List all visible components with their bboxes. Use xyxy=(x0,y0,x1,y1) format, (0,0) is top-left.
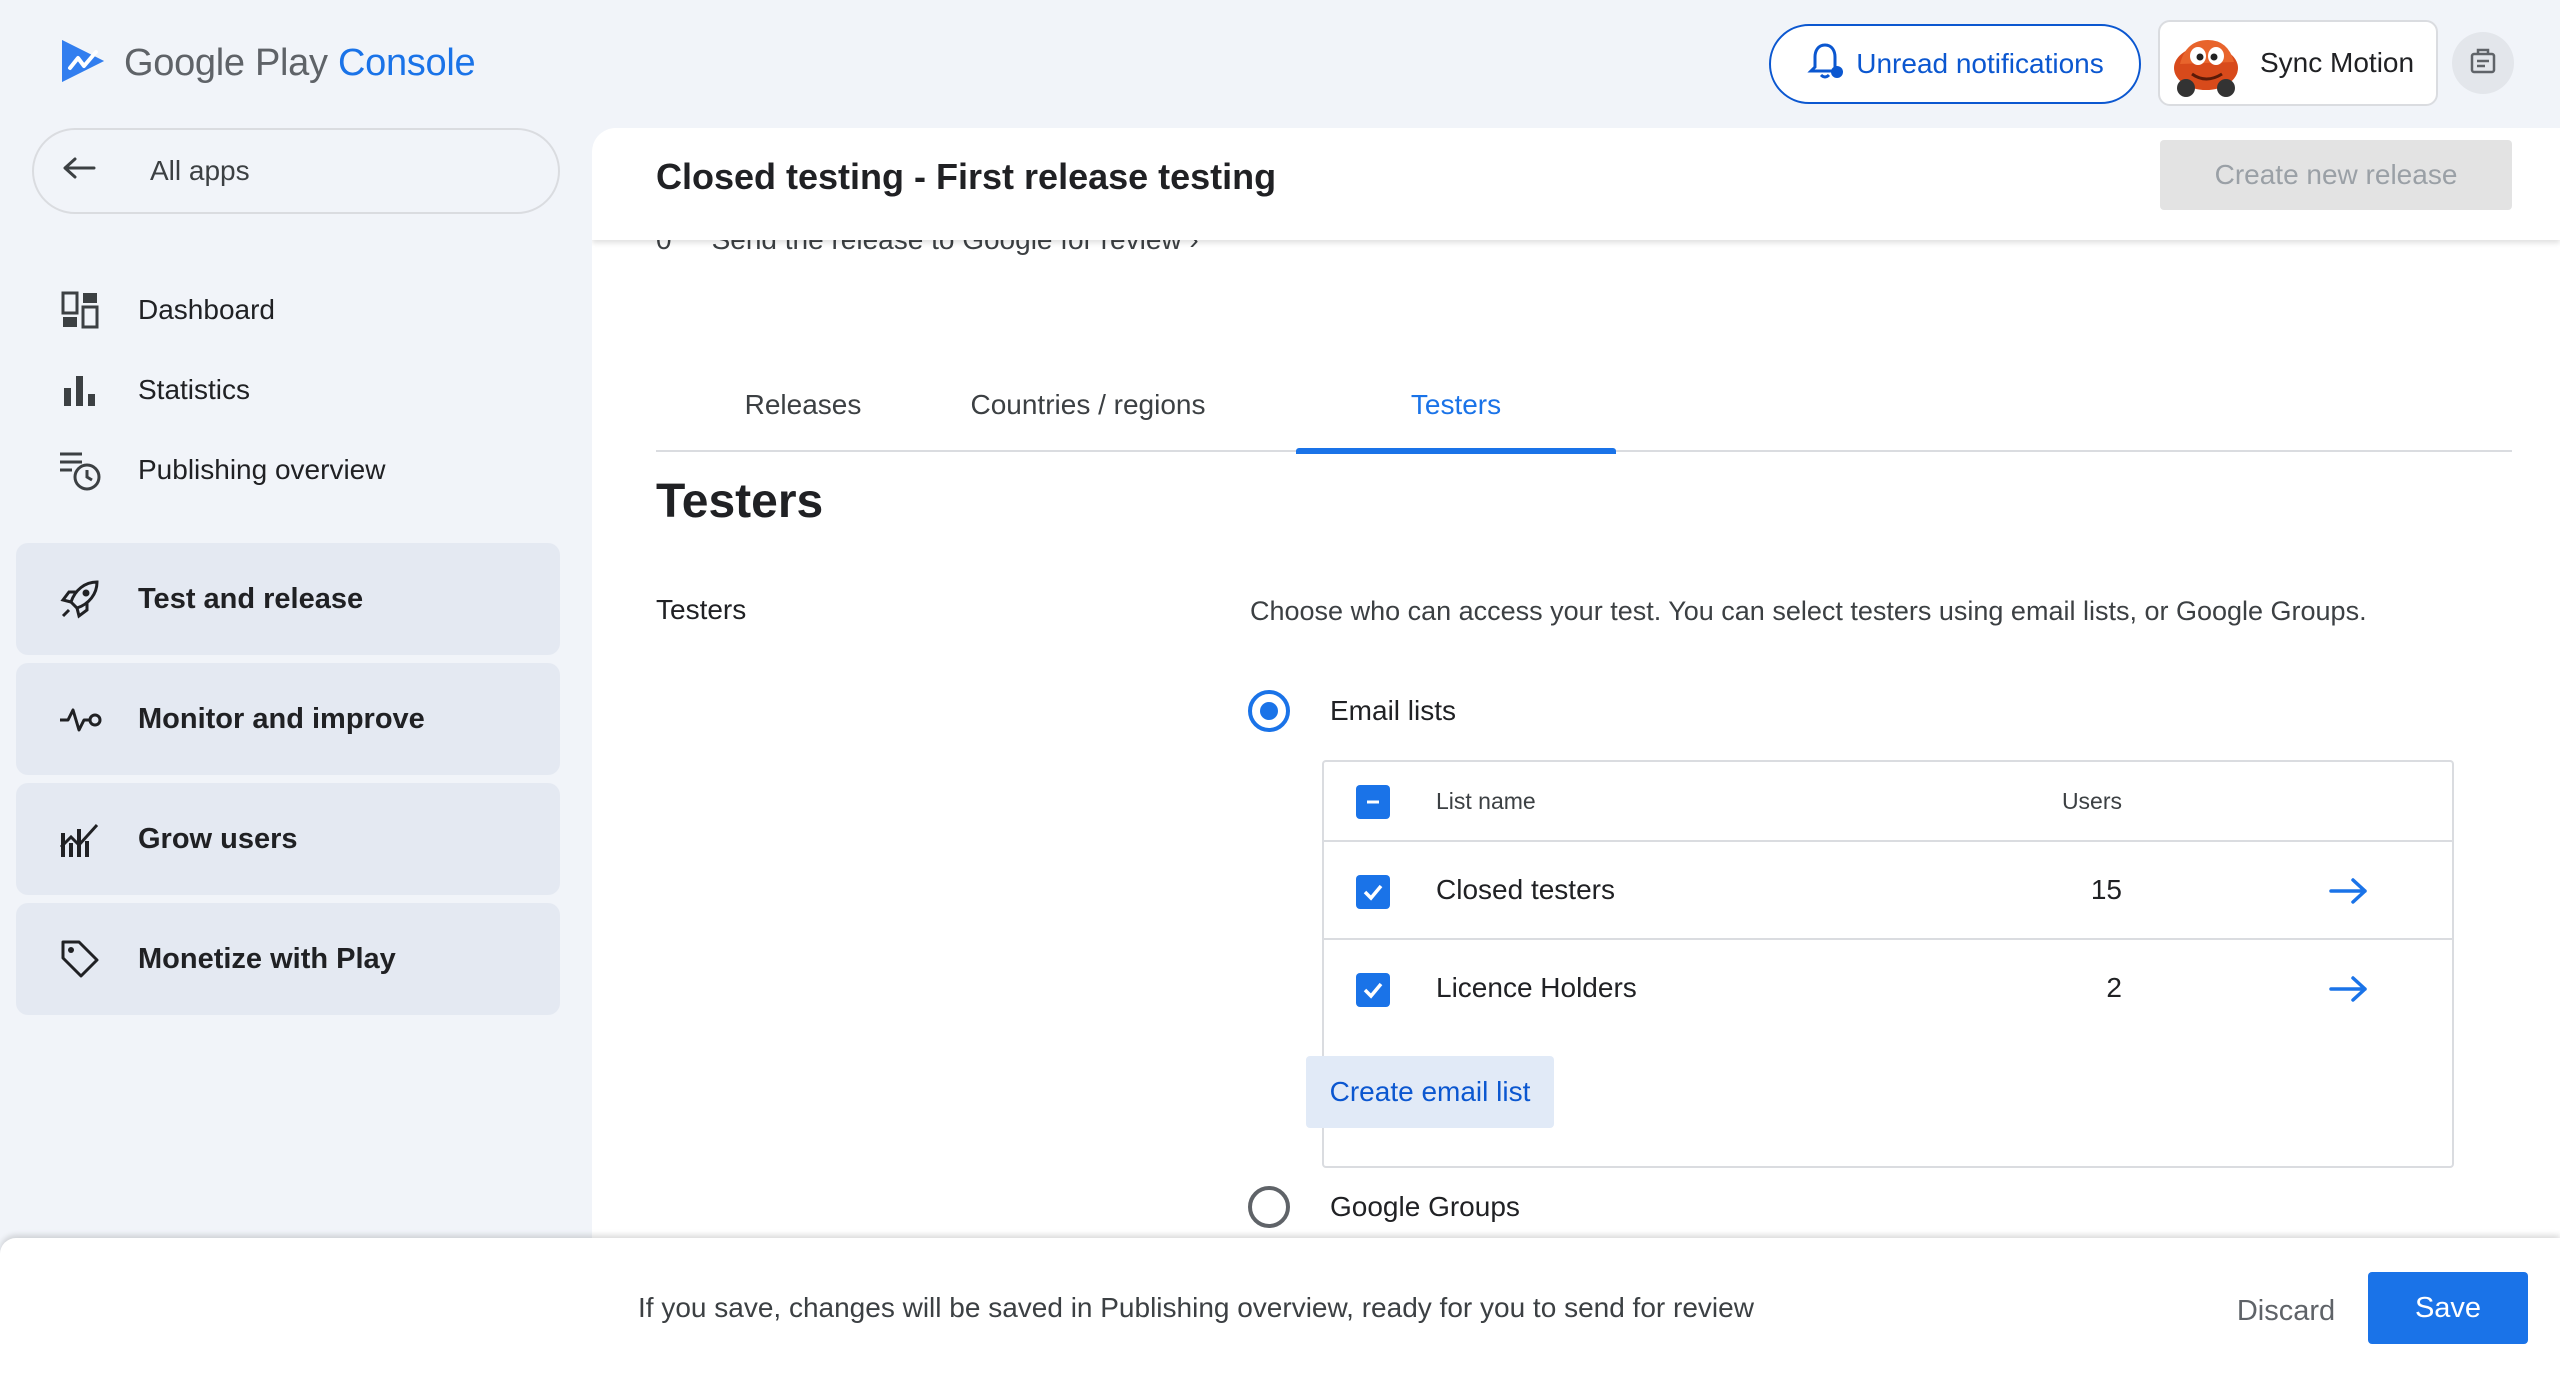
avatar xyxy=(2166,26,2244,100)
play-console-icon xyxy=(58,36,108,91)
account-switcher[interactable]: Sync Motion xyxy=(2158,20,2438,106)
list-name-cell: Closed testers xyxy=(1436,874,1615,905)
sidebar-item-dashboard[interactable]: Dashboard xyxy=(58,288,275,332)
back-arrow-icon xyxy=(62,155,96,187)
unread-notifications-button[interactable]: Unread notifications xyxy=(1769,24,2141,104)
tab-bar: Releases Countries / regions Testers xyxy=(656,358,2512,454)
save-bar: If you save, changes will be saved in Pu… xyxy=(0,1238,2560,1376)
tag-icon xyxy=(58,937,102,981)
all-apps-button[interactable]: All apps xyxy=(32,128,560,214)
sidebar-group-monitor-and-improve[interactable]: Monitor and improve xyxy=(16,663,560,775)
radio-unselected[interactable] xyxy=(1248,1186,1290,1228)
table-row[interactable]: Closed testers 15 xyxy=(1324,844,2452,940)
section-title: Testers xyxy=(656,475,824,528)
bell-icon xyxy=(1806,41,1844,88)
users-count-cell: 2 xyxy=(2106,972,2122,1003)
discard-button[interactable]: Discard xyxy=(2216,1276,2356,1346)
main-panel: Closed testing - First release testing C… xyxy=(592,128,2560,1238)
create-email-list-button[interactable]: Create email list xyxy=(1306,1056,1554,1128)
email-lists-label: Email lists xyxy=(1330,695,1457,726)
help-button[interactable] xyxy=(2452,32,2514,94)
page-title: Closed testing - First release testing xyxy=(656,156,1277,197)
list-name-cell: Licence Holders xyxy=(1436,972,1637,1003)
column-header-list-name: List name xyxy=(1436,788,1536,814)
save-bar-message: If you save, changes will be saved in Pu… xyxy=(638,1292,1754,1323)
google-groups-label: Google Groups xyxy=(1330,1191,1520,1222)
radio-selected[interactable] xyxy=(1248,690,1290,732)
rocket-icon xyxy=(58,577,102,621)
sidebar-item-label: Publishing overview xyxy=(138,454,386,485)
tab-releases[interactable]: Releases xyxy=(696,358,910,452)
arrow-right-icon[interactable] xyxy=(2324,866,2374,916)
sidebar-group-label: Monetize with Play xyxy=(138,942,396,975)
all-apps-label: All apps xyxy=(150,155,250,186)
tab-countries-regions[interactable]: Countries / regions xyxy=(926,358,1250,452)
email-lists-radio[interactable]: Email lists xyxy=(1248,690,1456,732)
vitals-icon xyxy=(58,697,102,741)
arrow-right-icon[interactable] xyxy=(2324,964,2374,1014)
sidebar-group-label: Grow users xyxy=(138,822,298,855)
google-play-console-logo[interactable]: Google Play Console xyxy=(58,36,476,91)
sidebar-group-test-and-release[interactable]: Test and release xyxy=(16,543,560,655)
page-header: Closed testing - First release testing C… xyxy=(592,128,2560,240)
dashboard-icon xyxy=(58,288,102,332)
growth-icon xyxy=(58,817,102,861)
account-name: Sync Motion xyxy=(2260,47,2415,78)
tab-testers[interactable]: Testers xyxy=(1296,358,1616,454)
save-button[interactable]: Save xyxy=(2368,1272,2528,1344)
sidebar-group-label: Monitor and improve xyxy=(138,702,425,735)
select-all-checkbox[interactable] xyxy=(1356,785,1390,819)
logo-text: Google Play Console xyxy=(124,42,476,84)
notifications-label: Unread notifications xyxy=(1856,48,2104,79)
feedback-icon xyxy=(2468,46,2498,81)
row-checkbox[interactable] xyxy=(1356,875,1390,909)
statistics-icon xyxy=(58,368,102,412)
testers-field-label: Testers xyxy=(656,594,747,625)
sidebar-group-grow-users[interactable]: Grow users xyxy=(16,783,560,895)
publishing-overview-icon xyxy=(58,448,102,492)
create-new-release-button[interactable]: Create new release xyxy=(2160,140,2512,210)
row-checkbox[interactable] xyxy=(1356,973,1390,1007)
column-header-users: Users xyxy=(2061,788,2122,814)
sidebar-group-label: Test and release xyxy=(138,582,364,615)
sidebar-item-publishing-overview[interactable]: Publishing overview xyxy=(58,448,385,492)
users-count-cell: 15 xyxy=(2090,874,2122,905)
sidebar-item-label: Statistics xyxy=(138,374,251,405)
google-groups-radio[interactable]: Google Groups xyxy=(1248,1186,1520,1228)
sidebar-group-monetize-with-play[interactable]: Monetize with Play xyxy=(16,903,560,1015)
sidebar-item-label: Dashboard xyxy=(138,294,275,325)
table-row[interactable]: Licence Holders 2 xyxy=(1324,942,2452,1038)
testers-description: Choose who can access your test. You can… xyxy=(1250,596,2367,626)
sidebar-item-statistics[interactable]: Statistics xyxy=(58,368,250,412)
table-header-row: List name Users xyxy=(1324,762,2452,842)
